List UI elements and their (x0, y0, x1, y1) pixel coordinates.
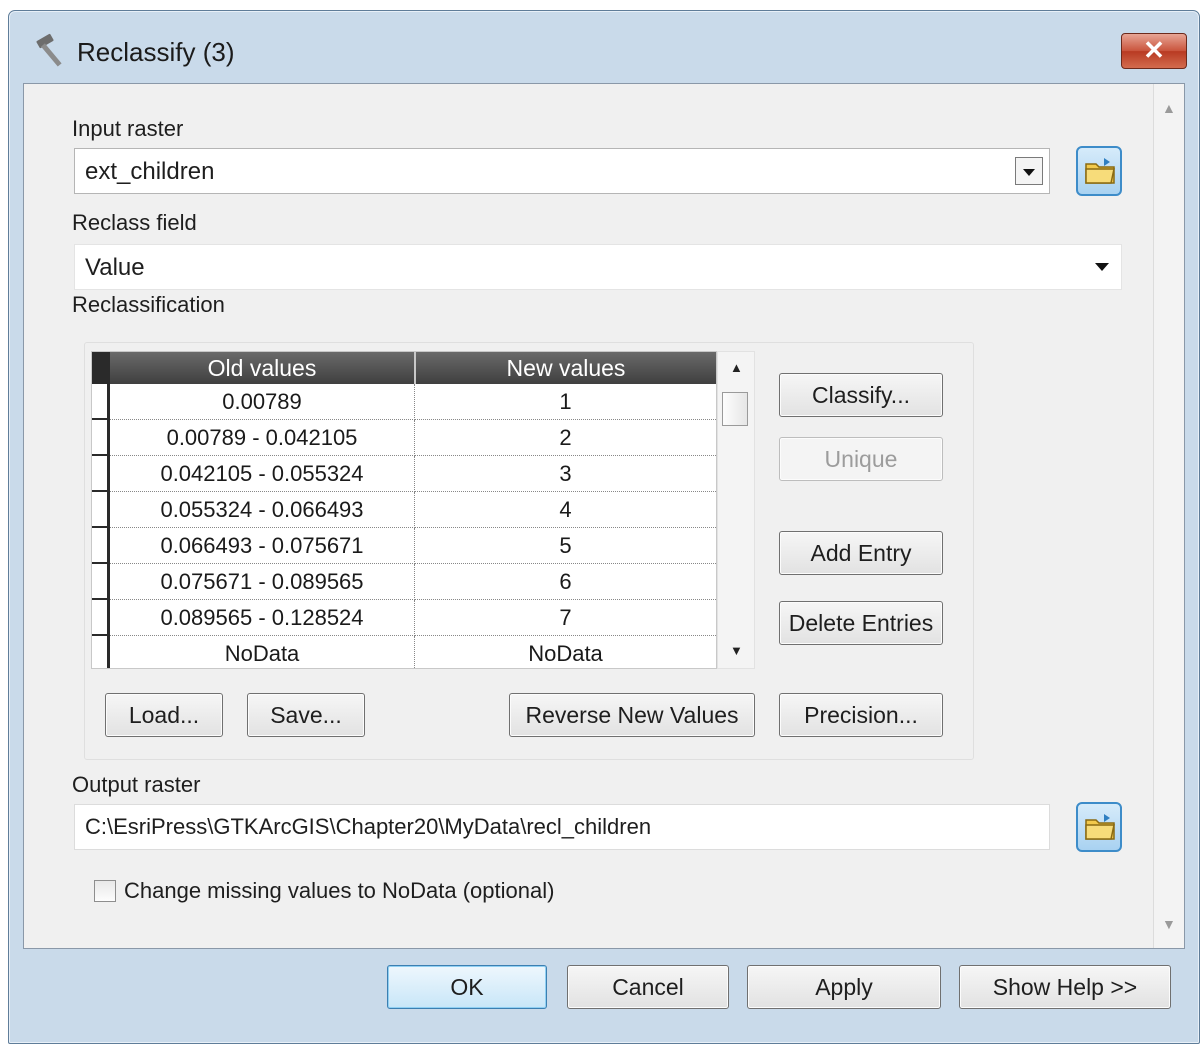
scroll-up-icon[interactable]: ▲ (730, 360, 743, 375)
new-value-cell[interactable]: 4 (415, 492, 716, 528)
table-row[interactable]: 0.066493 - 0.075671 5 (92, 528, 716, 564)
old-value-cell[interactable]: 0.066493 - 0.075671 (110, 528, 415, 564)
new-value-cell[interactable]: 7 (415, 600, 716, 636)
row-header[interactable] (92, 384, 110, 420)
old-value-cell[interactable]: 0.00789 - 0.042105 (110, 420, 415, 456)
scroll-up-icon[interactable]: ▲ (1162, 100, 1176, 116)
table-scrollbar[interactable]: ▲ ▼ (717, 351, 755, 669)
table-header: Old values New values (92, 352, 716, 384)
row-header[interactable] (92, 600, 110, 636)
old-value-cell[interactable]: 0.055324 - 0.066493 (110, 492, 415, 528)
dialog-body: ▲ ▼ Input raster ext_children Reclass fi… (23, 83, 1185, 949)
table-row[interactable]: 0.00789 1 (92, 384, 716, 420)
input-raster-combobox[interactable]: ext_children (74, 148, 1050, 194)
table-row[interactable]: 0.055324 - 0.066493 4 (92, 492, 716, 528)
new-value-cell[interactable]: 3 (415, 456, 716, 492)
window-title: Reclassify (3) (77, 37, 235, 67)
precision-button[interactable]: Precision... (779, 693, 943, 737)
table-row[interactable]: NoData NoData (92, 636, 716, 668)
row-header[interactable] (92, 492, 110, 528)
reclassification-group: Old values New values 0.00789 1 0.00789 … (84, 342, 974, 760)
row-header[interactable] (92, 420, 110, 456)
table-row[interactable]: 0.075671 - 0.089565 6 (92, 564, 716, 600)
scroll-thumb[interactable] (722, 392, 748, 426)
table-row[interactable]: 0.00789 - 0.042105 2 (92, 420, 716, 456)
cancel-button[interactable]: Cancel (567, 965, 729, 1009)
unique-button[interactable]: Unique (779, 437, 943, 481)
old-value-cell[interactable]: 0.089565 - 0.128524 (110, 600, 415, 636)
output-raster-label: Output raster (72, 772, 201, 797)
hammer-icon (36, 33, 62, 67)
folder-icon (1085, 158, 1115, 184)
folder-icon (1085, 814, 1115, 840)
reverse-new-values-button[interactable]: Reverse New Values (509, 693, 755, 737)
new-value-cell[interactable]: 6 (415, 564, 716, 600)
table-row[interactable]: 0.042105 - 0.055324 3 (92, 456, 716, 492)
input-raster-value: ext_children (85, 158, 215, 185)
new-value-cell[interactable]: 5 (415, 528, 716, 564)
row-header[interactable] (92, 636, 110, 668)
chevron-down-icon[interactable] (1015, 157, 1043, 185)
column-header-new-values[interactable]: New values (416, 352, 716, 384)
chevron-down-icon[interactable] (1095, 263, 1109, 271)
delete-entries-button[interactable]: Delete Entries (779, 601, 943, 645)
save-button[interactable]: Save... (247, 693, 365, 737)
old-value-cell[interactable]: 0.00789 (110, 384, 415, 420)
missing-values-label: Change missing values to NoData (optiona… (124, 878, 555, 903)
new-value-cell[interactable]: 1 (415, 384, 716, 420)
apply-button[interactable]: Apply (747, 965, 941, 1009)
output-raster-value: C:\EsriPress\GTKArcGIS\Chapter20\MyData\… (85, 814, 652, 839)
load-button[interactable]: Load... (105, 693, 223, 737)
input-raster-browse-button[interactable] (1076, 146, 1122, 196)
input-raster-label: Input raster (72, 116, 184, 141)
old-value-cell[interactable]: 0.042105 - 0.055324 (110, 456, 415, 492)
table-row[interactable]: 0.089565 - 0.128524 7 (92, 600, 716, 636)
reclass-field-label: Reclass field (72, 210, 197, 235)
missing-values-checkbox[interactable] (94, 880, 116, 902)
scroll-down-icon[interactable]: ▼ (730, 643, 743, 658)
new-value-cell[interactable]: 2 (415, 420, 716, 456)
title-bar[interactable]: Reclassify (3) ✕ (9, 11, 1199, 79)
reclass-field-select[interactable]: Value (74, 244, 1122, 290)
ok-button[interactable]: OK (387, 965, 547, 1009)
scroll-down-icon[interactable]: ▼ (1162, 916, 1176, 932)
add-entry-button[interactable]: Add Entry (779, 531, 943, 575)
new-value-cell[interactable]: NoData (415, 636, 716, 668)
old-value-cell[interactable]: NoData (110, 636, 415, 668)
row-header-corner (92, 352, 110, 384)
classify-button[interactable]: Classify... (779, 373, 943, 417)
reclassification-table[interactable]: Old values New values 0.00789 1 0.00789 … (91, 351, 717, 669)
row-header[interactable] (92, 528, 110, 564)
reclassify-dialog: Reclassify (3) ✕ ▲ ▼ Input raster ext_ch… (8, 10, 1200, 1044)
close-button[interactable]: ✕ (1121, 33, 1187, 69)
output-raster-browse-button[interactable] (1076, 802, 1122, 852)
output-raster-input[interactable]: C:\EsriPress\GTKArcGIS\Chapter20\MyData\… (74, 804, 1050, 850)
row-header[interactable] (92, 456, 110, 492)
show-help-button[interactable]: Show Help >> (959, 965, 1171, 1009)
reclassification-label: Reclassification (72, 292, 225, 317)
reclass-field-value: Value (85, 254, 145, 281)
old-value-cell[interactable]: 0.075671 - 0.089565 (110, 564, 415, 600)
column-header-old-values[interactable]: Old values (110, 352, 416, 384)
dialog-scrollbar[interactable]: ▲ ▼ (1153, 84, 1184, 948)
row-header[interactable] (92, 564, 110, 600)
